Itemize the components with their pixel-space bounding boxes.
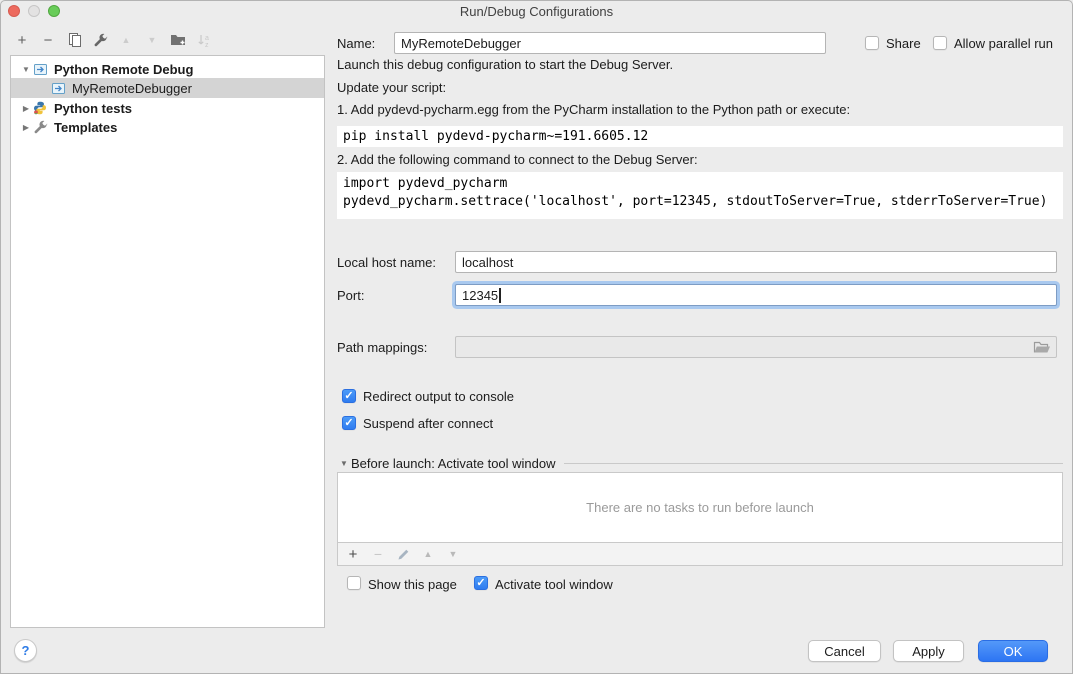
local-host-input[interactable] [455,251,1057,273]
run-debug-configurations-dialog: Run/Debug Configurations + − ▲ ▼ az ▼ Py… [0,0,1073,674]
chevron-right-icon[interactable]: ▶ [19,104,33,113]
task-list-toolbar: + − ▲ ▼ [337,542,1063,566]
arrow-down-icon: ▼ [148,35,157,45]
activate-tool-window-label[interactable]: Activate tool window [495,577,613,592]
name-label: Name: [337,36,375,51]
before-launch-label: Before launch: Activate tool window [351,456,556,471]
show-this-page-label[interactable]: Show this page [368,577,457,592]
chevron-down-icon[interactable]: ▼ [19,65,33,74]
pip-install-code[interactable]: pip install pydevd-pycharm~=191.6605.12 [337,126,1063,147]
local-host-label: Local host name: [337,255,436,270]
new-folder-icon [170,33,186,47]
configurations-toolbar: + − ▲ ▼ az [12,30,214,50]
tree-item-label: Python Remote Debug [54,62,193,77]
add-configuration-button[interactable]: + [12,30,32,50]
step1-text: 1. Add pydevd-pycharm.egg from the PyCha… [337,102,850,117]
port-label: Port: [337,288,364,303]
pencil-icon [397,548,410,561]
before-launch-section-header[interactable]: ▼ Before launch: Activate tool window [337,455,1063,471]
ok-button[interactable]: OK [978,640,1048,662]
minus-icon: − [44,32,53,49]
settrace-code-line2: pydevd_pycharm.settrace('localhost', por… [343,194,1047,209]
redirect-output-label[interactable]: Redirect output to console [363,389,514,404]
name-input[interactable] [394,32,826,54]
window-title: Run/Debug Configurations [0,4,1073,19]
edit-templates-button[interactable] [90,30,110,50]
browse-folder-icon[interactable] [1033,341,1051,357]
configurations-tree: ▼ Python Remote Debug MyRemoteDebugger ▶… [10,55,325,628]
edit-task-button [394,545,412,563]
help-button[interactable]: ? [14,639,37,662]
redirect-output-checkbox[interactable]: ✓ [342,389,356,403]
add-task-button[interactable]: + [344,545,362,563]
path-mappings-input[interactable] [455,336,1057,358]
arrow-up-icon: ▲ [424,549,433,559]
arrow-down-icon: ▼ [449,549,458,559]
tree-item-python-remote-debug[interactable]: ▼ Python Remote Debug [11,59,324,79]
share-label[interactable]: Share [886,36,921,51]
section-divider [564,463,1063,464]
step2-text: 2. Add the following command to connect … [337,152,698,167]
wrench-icon [93,33,108,48]
sort-configurations-button: az [194,30,214,50]
remote-debug-icon [33,61,49,77]
no-tasks-text: There are no tasks to run before launch [586,500,814,515]
port-value: 12345 [462,288,498,303]
copy-configuration-button[interactable] [64,30,84,50]
tree-item-python-tests[interactable]: ▶ Python tests [11,98,324,118]
remove-configuration-button[interactable]: − [38,30,58,50]
check-icon: ✓ [344,418,353,429]
path-mappings-label: Path mappings: [337,340,427,355]
allow-parallel-run-checkbox[interactable] [933,36,947,50]
arrow-up-icon: ▲ [122,35,131,45]
tree-item-label: Templates [54,120,117,135]
svg-text:z: z [205,42,209,48]
tree-item-myremotedebugger[interactable]: MyRemoteDebugger [11,78,324,98]
svg-text:a: a [205,35,209,42]
settrace-code[interactable]: import pydevd_pycharm pydevd_pycharm.set… [337,172,1063,219]
tree-item-label: Python tests [54,101,132,116]
settrace-code-line1: import pydevd_pycharm [343,176,507,191]
intro-text: Launch this debug configuration to start… [337,57,673,72]
check-icon: ✓ [344,391,353,402]
templates-wrench-icon [33,119,49,135]
tree-item-templates[interactable]: ▶ Templates [11,117,324,137]
port-input[interactable]: 12345 [455,284,1057,306]
suspend-after-connect-checkbox[interactable]: ✓ [342,416,356,430]
cancel-button[interactable]: Cancel [808,640,881,662]
update-script-text: Update your script: [337,80,446,95]
before-launch-task-list[interactable]: There are no tasks to run before launch [337,472,1063,543]
titlebar: Run/Debug Configurations [0,0,1073,22]
suspend-after-connect-label[interactable]: Suspend after connect [363,416,493,431]
text-cursor [499,288,501,303]
move-up-button: ▲ [116,30,136,50]
activate-tool-window-checkbox[interactable]: ✓ [474,576,488,590]
move-task-up-button: ▲ [419,545,437,563]
check-icon: ✓ [476,578,485,589]
show-this-page-checkbox[interactable] [347,576,361,590]
copy-icon [67,32,82,48]
share-checkbox[interactable] [865,36,879,50]
chevron-right-icon[interactable]: ▶ [19,123,33,132]
chevron-down-icon[interactable]: ▼ [337,459,351,468]
remote-debug-icon [51,80,67,96]
plus-icon: + [349,546,358,563]
allow-parallel-run-label[interactable]: Allow parallel run [954,36,1053,51]
sort-az-icon: az [197,33,211,48]
tree-item-label: MyRemoteDebugger [72,81,192,96]
move-task-down-button: ▼ [444,545,462,563]
plus-icon: + [18,32,27,49]
question-mark-icon: ? [22,643,30,658]
remove-task-button: − [369,545,387,563]
python-tests-icon [33,100,49,116]
move-down-button: ▼ [142,30,162,50]
apply-button[interactable]: Apply [893,640,964,662]
minus-icon: − [374,546,382,562]
create-folder-button[interactable] [168,30,188,50]
